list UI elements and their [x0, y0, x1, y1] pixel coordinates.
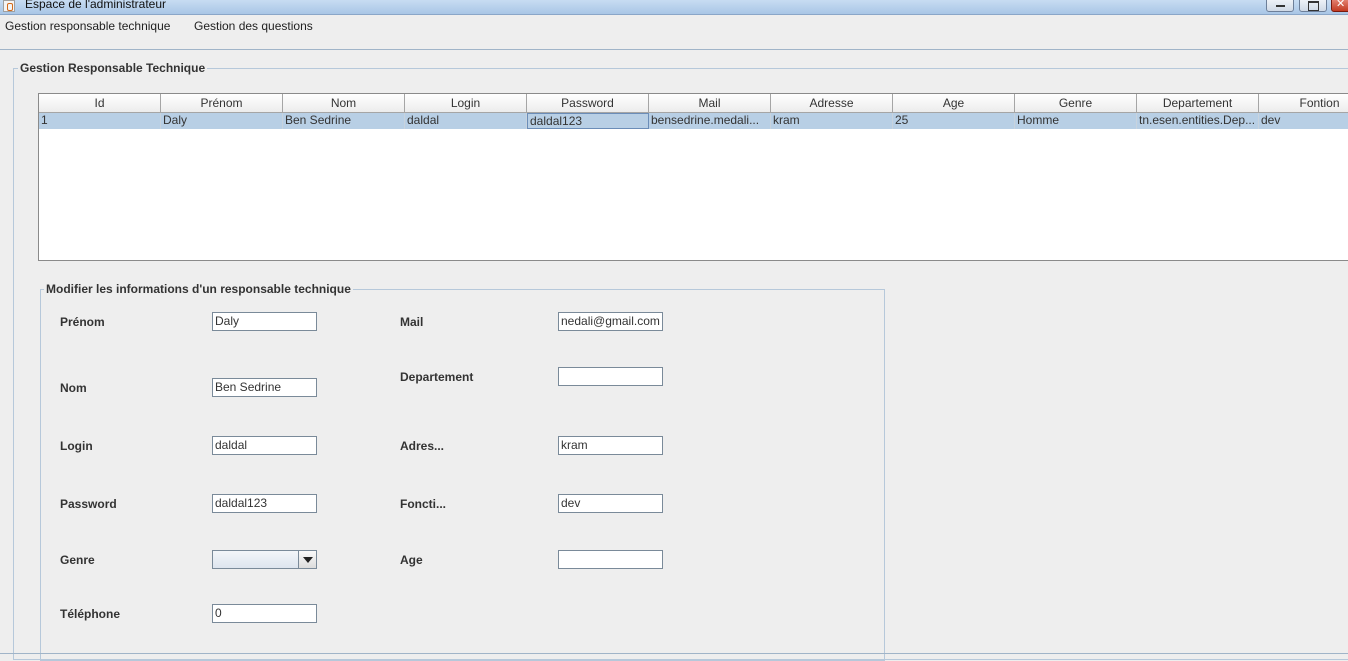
table-cell-focused[interactable]: daldal123 [527, 113, 649, 129]
window-title-bar: Espace de l'administrateur [0, 0, 1348, 15]
menu-gestion-responsable-technique[interactable]: Gestion responsable technique [5, 19, 170, 33]
column-header-genre[interactable]: Genre [1015, 94, 1137, 113]
column-header-adresse[interactable]: Adresse [771, 94, 893, 113]
column-header-id[interactable]: Id [39, 94, 161, 113]
column-header-password[interactable]: Password [527, 94, 649, 113]
telephone-label: Téléphone [60, 607, 121, 621]
table-row[interactable]: 1 Daly Ben Sedrine daldal daldal123 bens… [39, 113, 1348, 129]
table-cell[interactable]: 1 [39, 113, 161, 129]
nom-field[interactable]: Ben Sedrine [212, 378, 317, 397]
close-button[interactable] [1331, 0, 1348, 12]
table-cell[interactable]: daldal [405, 113, 527, 129]
column-header-fonction[interactable]: Fontion [1259, 94, 1348, 113]
nom-label: Nom [60, 381, 87, 395]
departement-field[interactable] [558, 367, 663, 386]
fonction-field[interactable]: dev [558, 494, 663, 513]
table-cell[interactable]: bensedrine.medali... [649, 113, 771, 129]
column-header-age[interactable]: Age [893, 94, 1015, 113]
genre-label: Genre [60, 553, 95, 567]
age-field[interactable] [558, 550, 663, 569]
mail-label: Mail [400, 315, 424, 329]
table-cell[interactable]: Homme [1015, 113, 1137, 129]
minimize-button[interactable] [1266, 0, 1294, 12]
menu-bar: Gestion responsable technique Gestion de… [0, 15, 1348, 37]
login-field[interactable]: daldal [212, 436, 317, 455]
fonction-label: Foncti... [400, 497, 446, 511]
password-label: Password [60, 497, 117, 511]
age-label: Age [400, 553, 423, 567]
chevron-down-icon[interactable] [298, 551, 316, 568]
table-cell[interactable]: tn.esen.entities.Dep... [1137, 113, 1259, 129]
table-cell[interactable]: Ben Sedrine [283, 113, 405, 129]
java-app-icon [3, 0, 15, 12]
modifier-responsable-panel [40, 289, 885, 661]
table-cell[interactable]: kram [771, 113, 893, 129]
window-bottom-border [0, 653, 1348, 654]
table-cell[interactable]: Daly [161, 113, 283, 129]
table-cell[interactable]: dev [1259, 113, 1348, 129]
prenom-label: Prénom [60, 315, 105, 329]
column-header-departement[interactable]: Departement [1137, 94, 1259, 113]
gestion-responsable-panel-title: Gestion Responsable Technique [18, 61, 208, 75]
telephone-field[interactable]: 0 [212, 604, 317, 623]
genre-combobox[interactable] [212, 550, 317, 569]
table-cell[interactable]: 25 [893, 113, 1015, 129]
responsables-table[interactable]: Id Prénom Nom Login Password Mail Adress… [38, 93, 1348, 261]
column-header-mail[interactable]: Mail [649, 94, 771, 113]
window-title: Espace de l'administrateur [25, 0, 167, 11]
adresse-label: Adres... [400, 439, 445, 453]
adresse-field[interactable]: kram [558, 436, 663, 455]
column-header-login[interactable]: Login [405, 94, 527, 113]
prenom-field[interactable]: Daly [212, 312, 317, 331]
maximize-button[interactable] [1299, 0, 1327, 12]
column-header-nom[interactable]: Nom [283, 94, 405, 113]
departement-label: Departement [400, 370, 474, 384]
menu-gestion-des-questions[interactable]: Gestion des questions [194, 19, 313, 33]
table-header: Id Prénom Nom Login Password Mail Adress… [39, 94, 1348, 113]
mail-field[interactable]: nedali@gmail.com [558, 312, 663, 331]
login-label: Login [60, 439, 93, 453]
column-header-prenom[interactable]: Prénom [161, 94, 283, 113]
modifier-responsable-panel-title: Modifier les informations d'un responsab… [44, 282, 353, 296]
password-field[interactable]: daldal123 [212, 494, 317, 513]
menu-separator [0, 49, 1348, 50]
